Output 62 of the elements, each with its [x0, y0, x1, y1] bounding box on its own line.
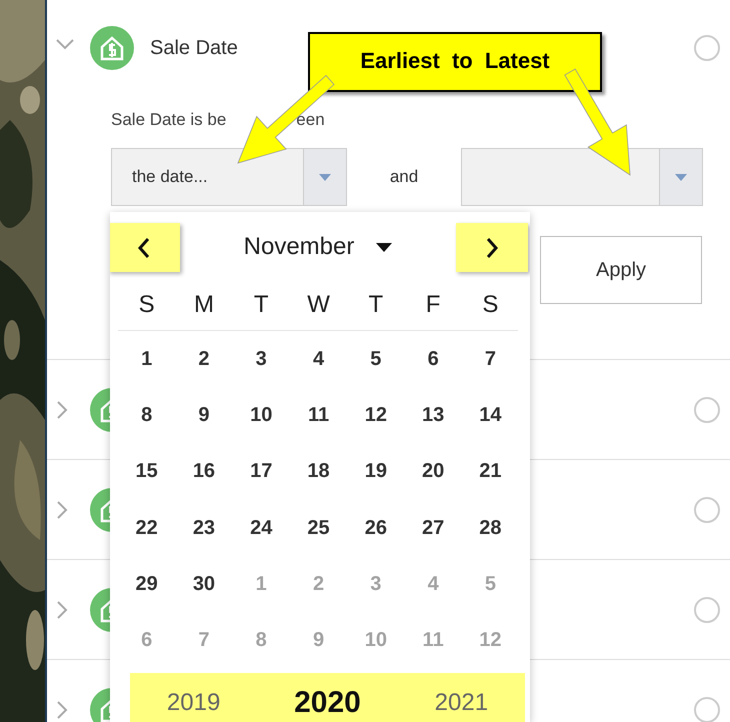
calendar-day[interactable]: 7: [462, 348, 520, 371]
end-date-dropdown[interactable]: [461, 148, 703, 206]
filter-title: Sale Date: [150, 36, 238, 60]
condition-label: Sale Date is be: [111, 110, 226, 130]
joiner-label: and: [388, 167, 420, 187]
weekday-label: T: [368, 291, 384, 319]
calendar-day[interactable]: 9: [175, 404, 233, 427]
year-option[interactable]: 2020: [294, 686, 361, 720]
previous-month-button[interactable]: [110, 223, 180, 272]
calendar-day[interactable]: 10: [232, 404, 290, 427]
radio-button[interactable]: [694, 696, 720, 722]
calendar-day[interactable]: 27: [404, 516, 462, 540]
radio-button[interactable]: [694, 596, 720, 622]
calendar-day[interactable]: 29: [118, 572, 176, 596]
calendar-day[interactable]: 6: [404, 348, 462, 371]
calendar-day[interactable]: 4: [290, 348, 348, 371]
weekday-label: T: [252, 291, 270, 319]
chevron-right-icon: [485, 236, 499, 258]
calendar-day[interactable]: 3: [232, 348, 290, 371]
calendar-day[interactable]: 19: [347, 460, 404, 484]
calendar-day[interactable]: 8: [118, 404, 176, 427]
caret-icon[interactable]: [376, 242, 392, 252]
year-option[interactable]: 2019: [166, 688, 220, 717]
weekday-label: F: [424, 291, 442, 319]
start-date-dropdown[interactable]: the date...: [111, 148, 347, 206]
year-option[interactable]: 2021: [434, 688, 488, 717]
calendar-day[interactable]: 26: [347, 516, 404, 540]
radio-button[interactable]: [694, 496, 720, 522]
calendar-day[interactable]: 5: [347, 348, 404, 371]
caret-icon: [319, 174, 331, 180]
caret-icon: [675, 174, 687, 180]
weekday-label: W: [306, 291, 331, 319]
chevron-left-icon: [137, 236, 151, 258]
calendar-day[interactable]: 30: [175, 572, 233, 596]
apply-button[interactable]: Apply: [540, 236, 702, 304]
calendar-day[interactable]: 12: [347, 404, 404, 427]
calendar-day[interactable]: 14: [462, 404, 520, 427]
weekday-label: M: [192, 291, 215, 319]
calendar-day[interactable]: 21: [462, 460, 520, 484]
calendar-day[interactable]: 24: [232, 516, 290, 540]
calendar-day[interactable]: 16: [175, 460, 233, 484]
calendar-day[interactable]: 11: [290, 404, 348, 427]
calendar-day[interactable]: 2: [175, 348, 233, 371]
callout-note: Earliest to Latest: [308, 32, 602, 92]
calendar-day[interactable]: 23: [175, 516, 233, 540]
calendar-day[interactable]: 22: [118, 516, 176, 540]
weekday-label: S: [481, 291, 500, 319]
condition-label: een: [296, 110, 325, 130]
house-icon: [90, 26, 134, 70]
radio-button[interactable]: [694, 396, 720, 422]
calendar-day[interactable]: 13: [404, 404, 462, 427]
radio-button[interactable]: [694, 35, 720, 61]
weekday-label: S: [138, 291, 156, 319]
calendar-day[interactable]: 28: [462, 516, 520, 540]
calendar-day[interactable]: 20: [404, 460, 462, 484]
calendar-day[interactable]: 17: [232, 460, 290, 484]
calendar-day[interactable]: 15: [118, 460, 176, 484]
month-selector[interactable]: November: [244, 233, 354, 261]
calendar-day[interactable]: 1: [118, 348, 176, 371]
calendar-day[interactable]: 18: [290, 460, 348, 484]
calendar-day[interactable]: 25: [290, 516, 348, 540]
next-month-button[interactable]: [456, 223, 528, 272]
